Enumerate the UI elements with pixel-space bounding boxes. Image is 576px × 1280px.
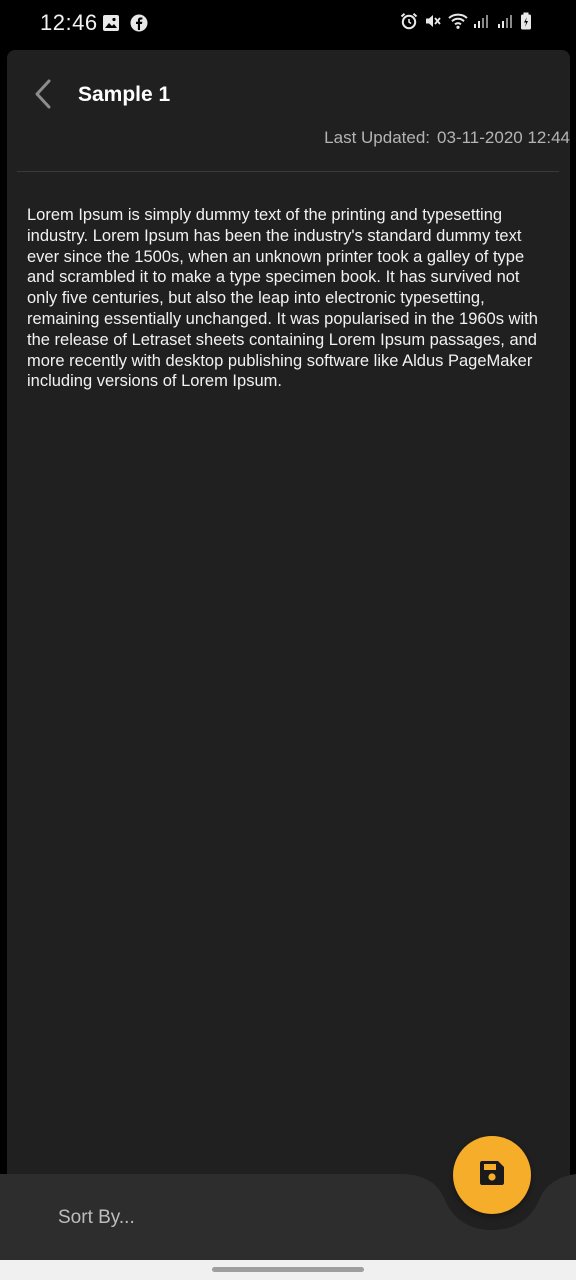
home-indicator[interactable] — [212, 1267, 364, 1272]
last-updated-value: 03-11-2020 12:44 — [437, 128, 570, 147]
save-icon — [478, 1159, 506, 1192]
note-body[interactable]: Lorem Ipsum is simply dummy text of the … — [27, 205, 547, 392]
signal-icon — [472, 12, 490, 30]
status-left-icons — [102, 14, 148, 32]
divider — [17, 171, 559, 172]
battery-icon — [520, 12, 538, 30]
status-bar: 12:46 — [0, 0, 576, 46]
last-updated: Last Updated: 03-11-2020 12:44 — [324, 128, 570, 148]
page-title: Sample 1 — [78, 83, 171, 106]
facebook-icon — [130, 14, 148, 32]
note-card: Sample 1 Last Updated: 03-11-2020 12:44 L… — [7, 50, 570, 1250]
status-time: 12:46 — [40, 10, 98, 35]
save-fab[interactable] — [453, 1136, 531, 1214]
status-right-icons — [400, 12, 538, 30]
alarm-icon — [400, 12, 418, 30]
navigation-bar — [0, 1260, 576, 1280]
screen: 12:46 Sample 1 Last Updated: 03-11-2020 … — [0, 0, 576, 1280]
chevron-left-icon — [33, 79, 53, 114]
signal-icon — [496, 12, 514, 30]
last-updated-label: Last Updated: — [324, 128, 431, 147]
sort-by-button[interactable]: Sort By... — [58, 1207, 135, 1229]
back-button[interactable] — [27, 78, 59, 114]
image-icon — [102, 14, 120, 32]
mute-icon — [424, 12, 442, 30]
wifi-icon — [448, 12, 468, 30]
